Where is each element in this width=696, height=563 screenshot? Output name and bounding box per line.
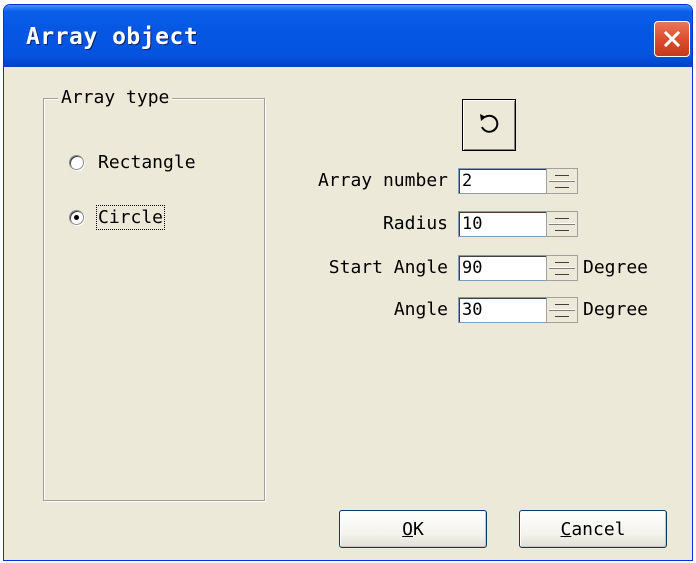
array-number-field[interactable]: 2 [458, 168, 548, 194]
angle-spin-down[interactable] [549, 309, 575, 321]
rotate-direction-icon [480, 114, 499, 133]
angle-field[interactable]: 30 [458, 297, 548, 323]
spin-up-icon [555, 262, 569, 263]
spin-down-icon [555, 230, 569, 231]
array-number-spinner[interactable] [546, 168, 578, 194]
radio-circle-dot[interactable] [69, 210, 84, 225]
angle-unit: Degree [583, 299, 649, 320]
spin-up-icon [555, 304, 569, 305]
radius-field[interactable]: 10 [458, 211, 548, 237]
dialog-client-area: Array type Rectangle Circle Array number… [7, 67, 689, 557]
close-button[interactable] [654, 21, 690, 57]
cancel-button-hotkey: C [560, 518, 572, 540]
rotate-direction-button[interactable] [462, 99, 516, 151]
ok-button[interactable]: OK [339, 510, 487, 548]
start-angle-spinner[interactable] [546, 255, 578, 281]
radio-circle-label[interactable]: Circle [95, 205, 166, 230]
spin-down-icon [555, 316, 569, 317]
cancel-button[interactable]: Cancel [519, 510, 667, 548]
start-angle-field[interactable]: 90 [458, 255, 548, 281]
start-angle-spin-down[interactable] [549, 267, 575, 279]
array-object-dialog: Array object Array type Rectangle Circle [3, 4, 693, 561]
spin-up-icon [555, 218, 569, 219]
radius-spinner[interactable] [546, 211, 578, 237]
radius-label: Radius [382, 213, 448, 234]
spin-up-icon [555, 175, 569, 176]
spin-down-icon [555, 187, 569, 188]
spin-down-icon [555, 274, 569, 275]
array-type-group-label: Array type [58, 87, 173, 108]
cancel-button-label: ancel [571, 518, 626, 540]
radio-rectangle-circle[interactable] [69, 155, 84, 170]
angle-spinner[interactable] [546, 297, 578, 323]
radio-rectangle[interactable]: Rectangle [69, 152, 196, 173]
ok-button-hotkey: O [402, 518, 413, 540]
array-number-label: Array number [317, 170, 448, 191]
start-angle-label: Start Angle [328, 257, 448, 278]
radio-rectangle-label[interactable]: Rectangle [98, 152, 196, 173]
start-angle-unit: Degree [583, 257, 649, 278]
radius-spin-down[interactable] [549, 223, 575, 235]
ok-button-label: K [413, 518, 424, 540]
close-icon [663, 30, 681, 48]
title-bar[interactable]: Array object [4, 5, 692, 67]
window-title: Array object [26, 24, 199, 50]
array-number-spin-down[interactable] [549, 180, 575, 192]
radio-circle[interactable]: Circle [69, 205, 166, 230]
angle-label: Angle [393, 299, 448, 320]
